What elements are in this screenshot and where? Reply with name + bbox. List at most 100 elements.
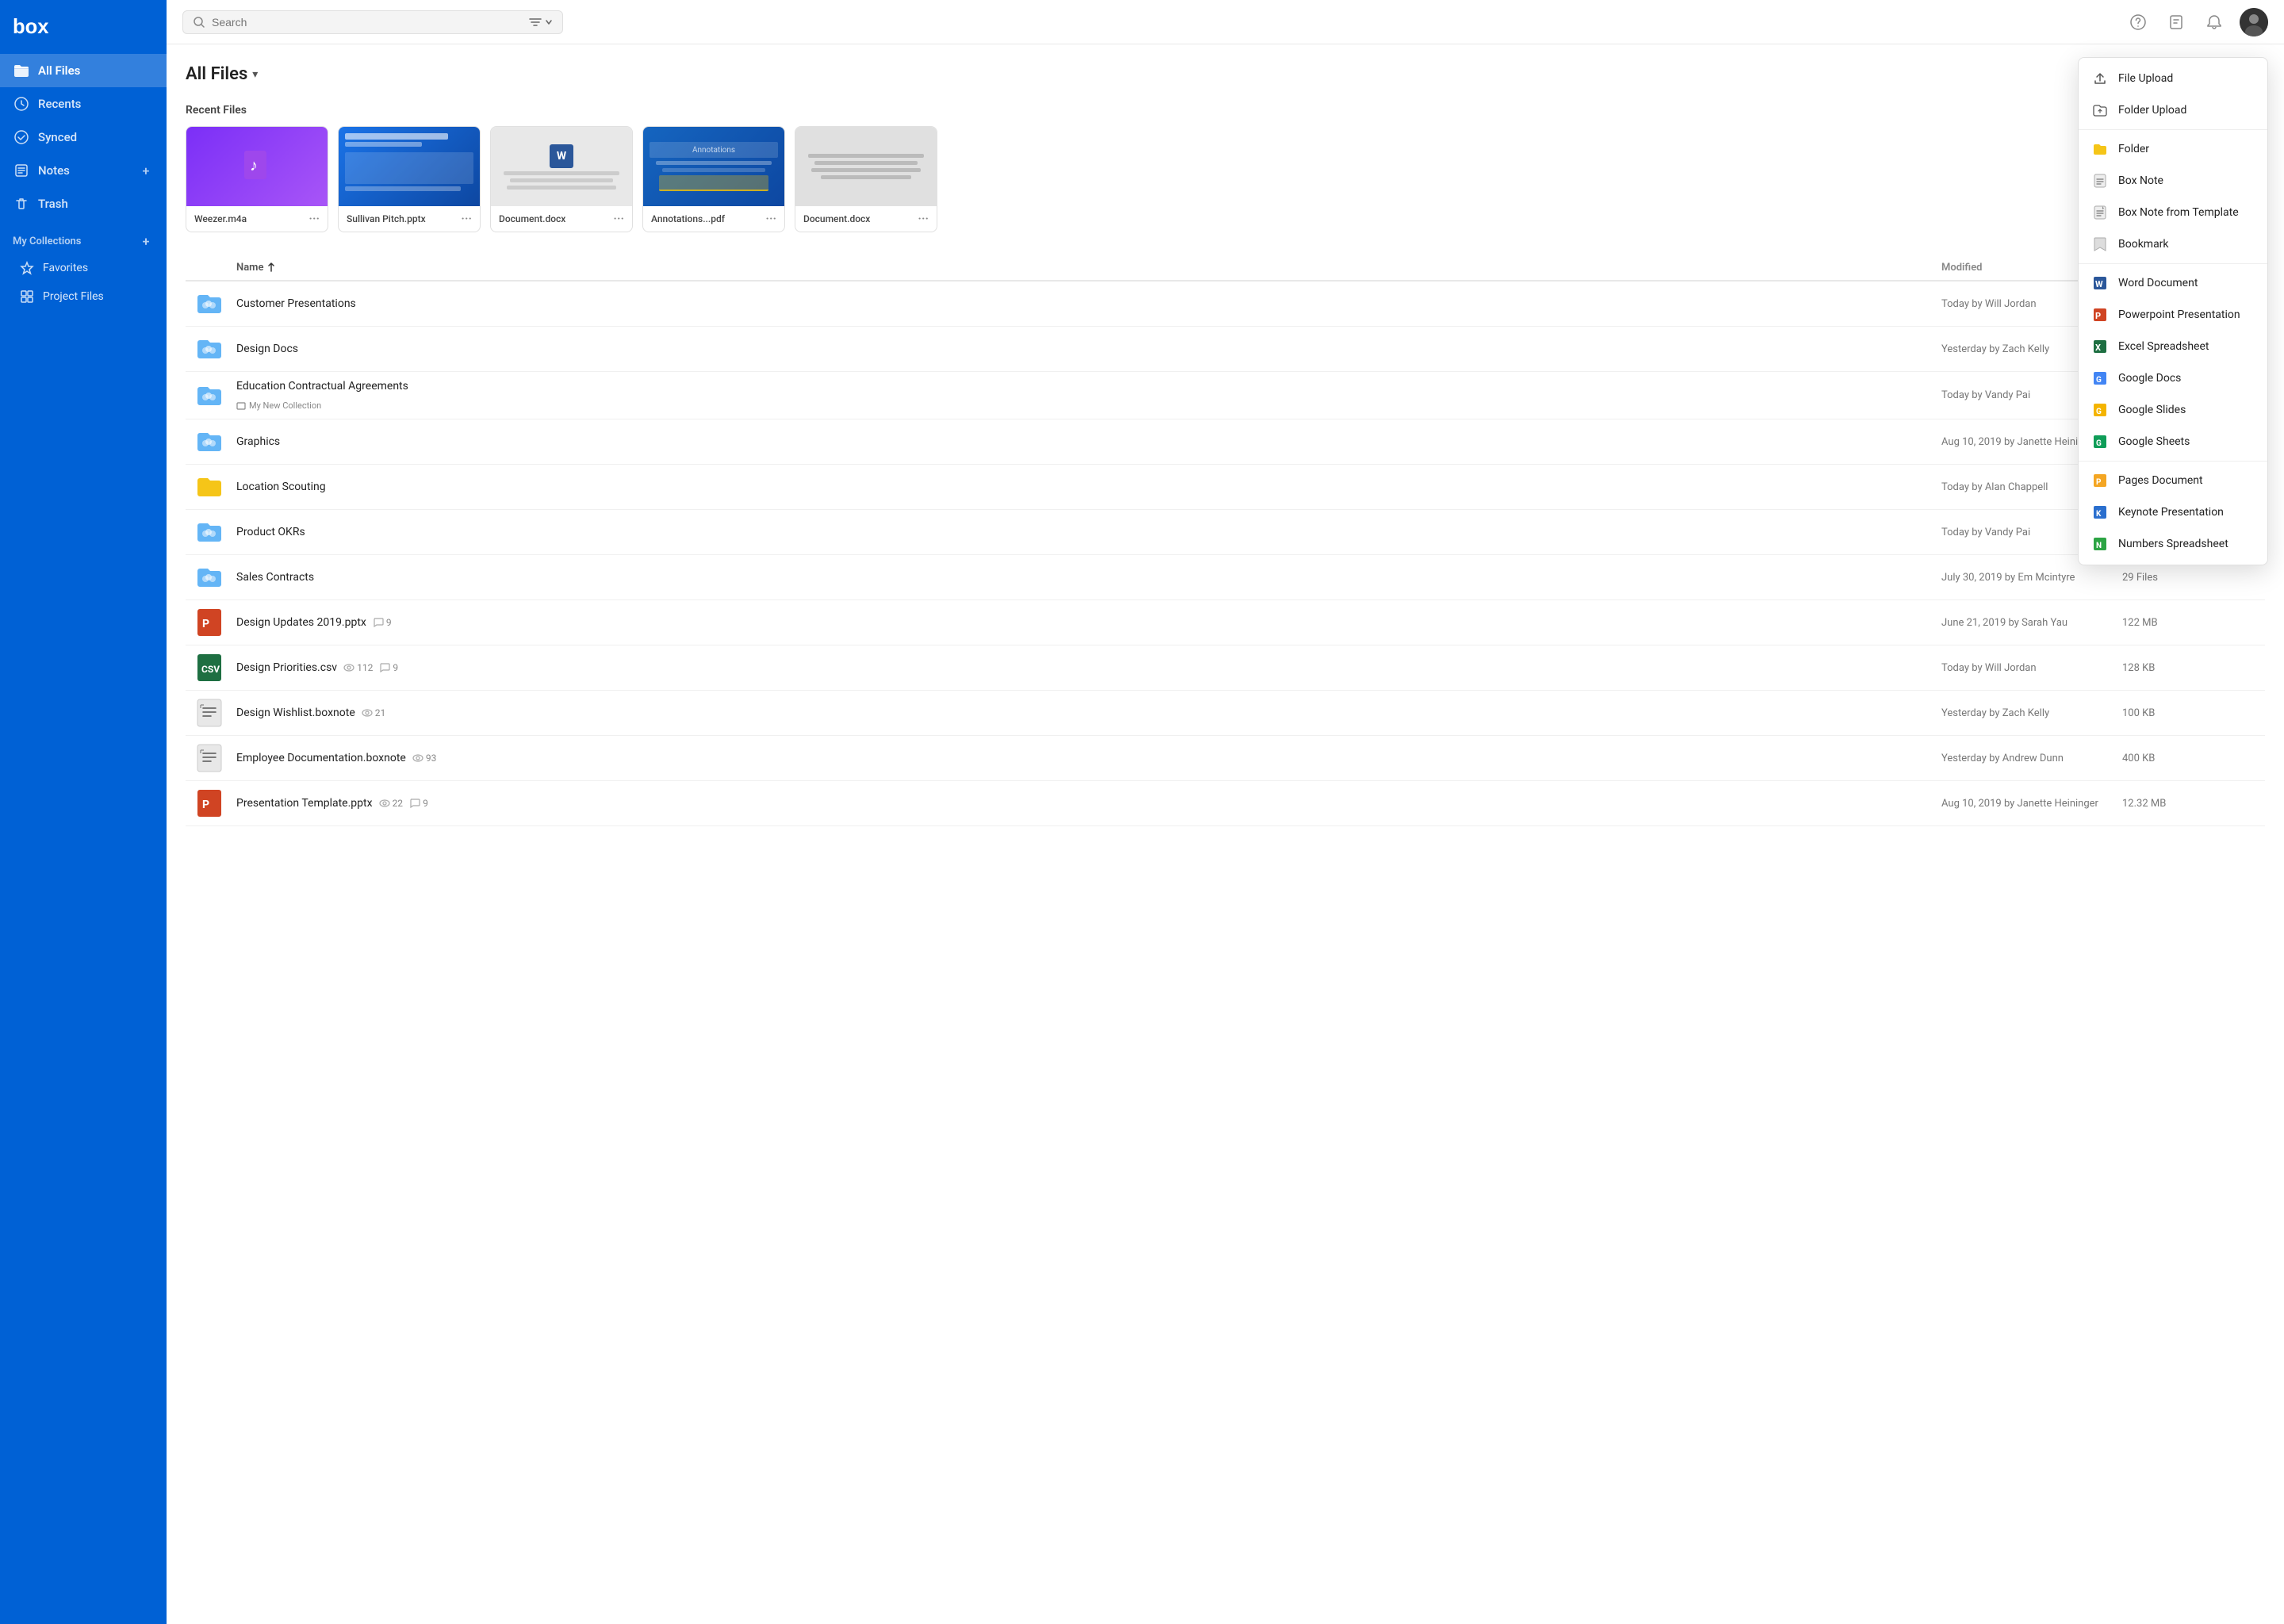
sidebar-item-all-files[interactable]: All Files	[0, 54, 167, 87]
upload-folder-icon	[2091, 102, 2109, 119]
music-file-icon: ♪	[240, 149, 274, 184]
table-row[interactable]: Design Wishlist.boxnote 21 Yesterday by …	[186, 691, 2265, 736]
sidebar-item-all-files-label: All Files	[38, 63, 80, 78]
eye-icon	[362, 709, 373, 717]
sidebar-item-notes[interactable]: Notes +	[0, 154, 167, 187]
add-notes-button[interactable]: +	[138, 163, 154, 178]
recent-card[interactable]: Annotations Annotations...pdf ···	[642, 126, 785, 232]
sort-icon	[266, 262, 276, 272]
file-modified: Yesterday by Andrew Dunn	[1941, 753, 2116, 764]
card-more-button[interactable]: ···	[308, 213, 320, 225]
dropdown-item-file-upload[interactable]: File Upload	[2079, 63, 2267, 94]
card-thumbnail: Annotations	[643, 127, 784, 206]
notifications-button[interactable]	[2202, 10, 2227, 35]
sidebar-item-project-files[interactable]: Project Files	[0, 282, 167, 311]
user-avatar[interactable]	[2240, 8, 2268, 36]
dropdown-item-excel[interactable]: X Excel Spreadsheet	[2079, 331, 2267, 362]
comments-badge: 9	[409, 798, 428, 809]
file-name: Product OKRs	[236, 526, 1935, 538]
dropdown-item-folder[interactable]: Folder	[2079, 133, 2267, 165]
sidebar-item-favorites[interactable]: Favorites	[0, 254, 167, 282]
folder-shared-icon	[195, 335, 224, 363]
table-row[interactable]: Education Contractual Agreements My New …	[186, 372, 2265, 419]
dropdown-item-label: Box Note from Template	[2118, 206, 2239, 219]
svg-text:P: P	[202, 799, 209, 811]
svg-text:CSV: CSV	[201, 664, 220, 675]
search-filter-button[interactable]	[529, 17, 553, 27]
dropdown-item-folder-upload[interactable]: Folder Upload	[2079, 94, 2267, 126]
table-row[interactable]: Graphics Aug 10, 2019 by Janette Heining…	[186, 419, 2265, 465]
table-row[interactable]: Location Scouting Today by Alan Chappell…	[186, 465, 2265, 510]
recent-card[interactable]: Document.docx ···	[795, 126, 937, 232]
col-name-header[interactable]: Name	[236, 262, 1935, 274]
card-more-button[interactable]: ···	[613, 213, 624, 225]
folder-new-icon	[2091, 140, 2109, 158]
dropdown-item-box-note-template[interactable]: Box Note from Template	[2079, 197, 2267, 228]
task-icon	[2168, 14, 2184, 30]
sidebar-item-trash[interactable]: Trash	[0, 187, 167, 220]
dropdown-item-label: Google Docs	[2118, 372, 2181, 385]
main-area: All Files ▾ New Recent Files ♪ Weezer.m4…	[167, 0, 2284, 1624]
upload-file-icon	[2091, 70, 2109, 87]
file-name: Design Wishlist.boxnote 21	[236, 707, 1935, 719]
dropdown-item-bookmark[interactable]: Bookmark	[2079, 228, 2267, 260]
help-button[interactable]	[2125, 10, 2151, 35]
recent-card[interactable]: W Document.docx ···	[490, 126, 633, 232]
add-collection-button[interactable]: +	[138, 233, 154, 249]
dropdown-item-keynote[interactable]: K Keynote Presentation	[2079, 496, 2267, 528]
table-row[interactable]: P Presentation Template.pptx 22 9 Aug 10…	[186, 781, 2265, 826]
dropdown-item-word[interactable]: W Word Document	[2079, 267, 2267, 299]
file-size: 12.32 MB	[2122, 798, 2217, 810]
dropdown-item-gsheets[interactable]: G Google Sheets	[2079, 426, 2267, 458]
svg-text:N: N	[2096, 542, 2102, 550]
file-modified: Aug 10, 2019 by Janette Heininger	[1941, 798, 2116, 810]
card-more-button[interactable]: ···	[765, 213, 776, 225]
dropdown-item-label: Powerpoint Presentation	[2118, 308, 2240, 321]
table-row[interactable]: Design Docs Yesterday by Zach Kelly 27 F…	[186, 327, 2265, 372]
page-title-caret[interactable]: ▾	[252, 68, 258, 81]
table-row[interactable]: Sales Contracts July 30, 2019 by Em Mcin…	[186, 555, 2265, 600]
svg-text:P: P	[2095, 311, 2101, 321]
table-row[interactable]: Customer Presentations Today by Will Jor…	[186, 282, 2265, 327]
views-badge: 22	[379, 798, 404, 809]
dropdown-item-box-note[interactable]: Box Note	[2079, 165, 2267, 197]
table-row[interactable]: CSV Design Priorities.csv 112 9 Today by…	[186, 645, 2265, 691]
recent-card[interactable]: Sullivan Pitch.pptx ···	[338, 126, 481, 232]
sidebar-item-synced[interactable]: Synced	[0, 121, 167, 154]
dropdown-item-pptx[interactable]: P Powerpoint Presentation	[2079, 299, 2267, 331]
sidebar-item-recents[interactable]: Recents	[0, 87, 167, 121]
dropdown-item-gdocs[interactable]: G Google Docs	[2079, 362, 2267, 394]
file-name: Presentation Template.pptx 22 9	[236, 797, 1935, 810]
csv-file-icon: CSV	[195, 653, 224, 682]
dropdown-item-gslides[interactable]: G Google Slides	[2079, 394, 2267, 426]
file-modified: June 21, 2019 by Sarah Yau	[1941, 617, 2116, 629]
file-name: Design Updates 2019.pptx 9	[236, 616, 1935, 629]
card-more-button[interactable]: ···	[918, 213, 929, 225]
table-row[interactable]: Employee Documentation.boxnote 93 Yester…	[186, 736, 2265, 781]
boxnote-file-icon	[195, 744, 224, 772]
svg-text:P: P	[2096, 478, 2102, 487]
sidebar-item-favorites-label: Favorites	[43, 262, 88, 274]
dropdown-item-label: File Upload	[2118, 72, 2173, 85]
sidebar-nav: All Files Recents Synced Notes +	[0, 54, 167, 1624]
task-button[interactable]	[2163, 10, 2189, 35]
views-badge: 21	[362, 707, 386, 718]
search-input[interactable]	[212, 16, 523, 29]
sidebar: box All Files Recents Synced	[0, 0, 167, 1624]
card-thumbnail	[339, 127, 480, 206]
numbers-icon: N	[2091, 535, 2109, 553]
check-circle-icon	[13, 128, 30, 146]
table-row[interactable]: Product OKRs Today by Vandy Pai 834 File…	[186, 510, 2265, 555]
dropdown-item-numbers[interactable]: N Numbers Spreadsheet	[2079, 528, 2267, 560]
dropdown-item-pages[interactable]: P Pages Document	[2079, 465, 2267, 496]
file-name: Location Scouting	[236, 481, 1935, 493]
help-icon	[2130, 14, 2146, 30]
card-more-button[interactable]: ···	[461, 213, 472, 225]
recent-card[interactable]: ♪ Weezer.m4a ···	[186, 126, 328, 232]
comment-icon	[373, 617, 384, 628]
notes-icon	[13, 162, 30, 179]
file-sub-label: My New Collection	[236, 400, 321, 411]
table-row[interactable]: P Design Updates 2019.pptx 9 June 21, 20…	[186, 600, 2265, 645]
eye-icon	[412, 754, 423, 762]
search-bar[interactable]	[182, 10, 563, 34]
